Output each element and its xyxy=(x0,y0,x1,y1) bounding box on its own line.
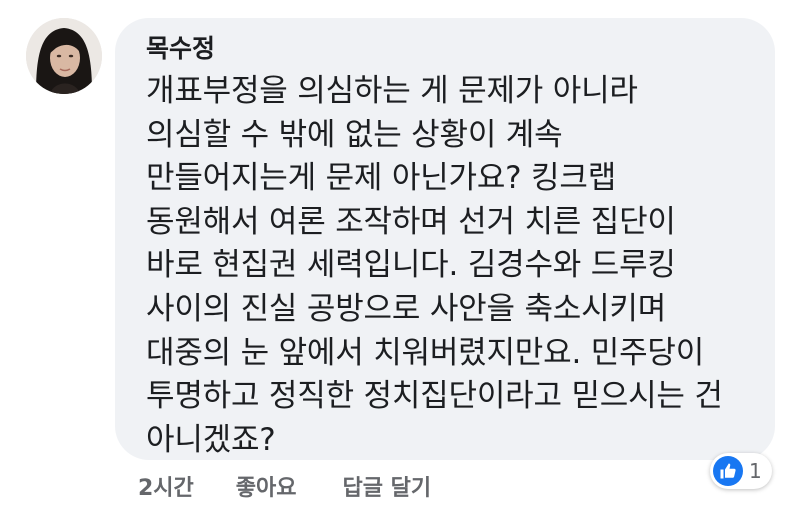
thumbs-up-icon xyxy=(713,456,743,486)
comment-bubble: 목수정 개표부정을 의심하는 게 문제가 아니라 의심할 수 밖에 없는 상황이… xyxy=(115,18,775,460)
comment-screen: 목수정 개표부정을 의심하는 게 문제가 아니라 의심할 수 밖에 없는 상황이… xyxy=(0,0,800,506)
like-button[interactable]: 좋아요 xyxy=(236,470,297,502)
comment-line: 아니겠죠? xyxy=(146,421,276,458)
comment-author[interactable]: 목수정 xyxy=(146,34,755,64)
comment-timestamp[interactable]: 2시간 xyxy=(138,470,194,502)
profile-photo xyxy=(26,18,102,94)
comment-actions: 2시간 좋아요 답글 달기 xyxy=(138,466,477,506)
comment-text: 개표부정을 의심하는 게 문제가 아니라 의심할 수 밖에 없는 상황이 계속 … xyxy=(146,70,755,462)
comment-line: 만들어지는게 문제 아닌가요? 킹크랩 xyxy=(146,160,617,197)
reaction-count: 1 xyxy=(749,459,762,483)
comment-line: 사이의 진실 공방으로 사안을 축소시키며 xyxy=(146,290,667,327)
avatar[interactable] xyxy=(26,18,102,94)
comment-line: 대중의 눈 앞에서 치워버렸지만요. 민주당이 xyxy=(146,334,705,371)
reply-button[interactable]: 답글 달기 xyxy=(343,470,432,502)
comment-line: 동원해서 여론 조작하며 선거 치른 집단이 xyxy=(146,203,676,240)
comment-line: 개표부정을 의심하는 게 문제가 아니라 xyxy=(146,73,638,109)
comment-line: 투명하고 정직한 정치집단이라고 믿으시는 건 xyxy=(146,378,723,415)
comment-line: 바로 현집권 세력입니다. 김경수와 드루킹 xyxy=(146,247,676,284)
reaction-summary[interactable]: 1 xyxy=(710,453,772,489)
comment-line: 의심할 수 밖에 없는 상황이 계속 xyxy=(146,116,563,153)
